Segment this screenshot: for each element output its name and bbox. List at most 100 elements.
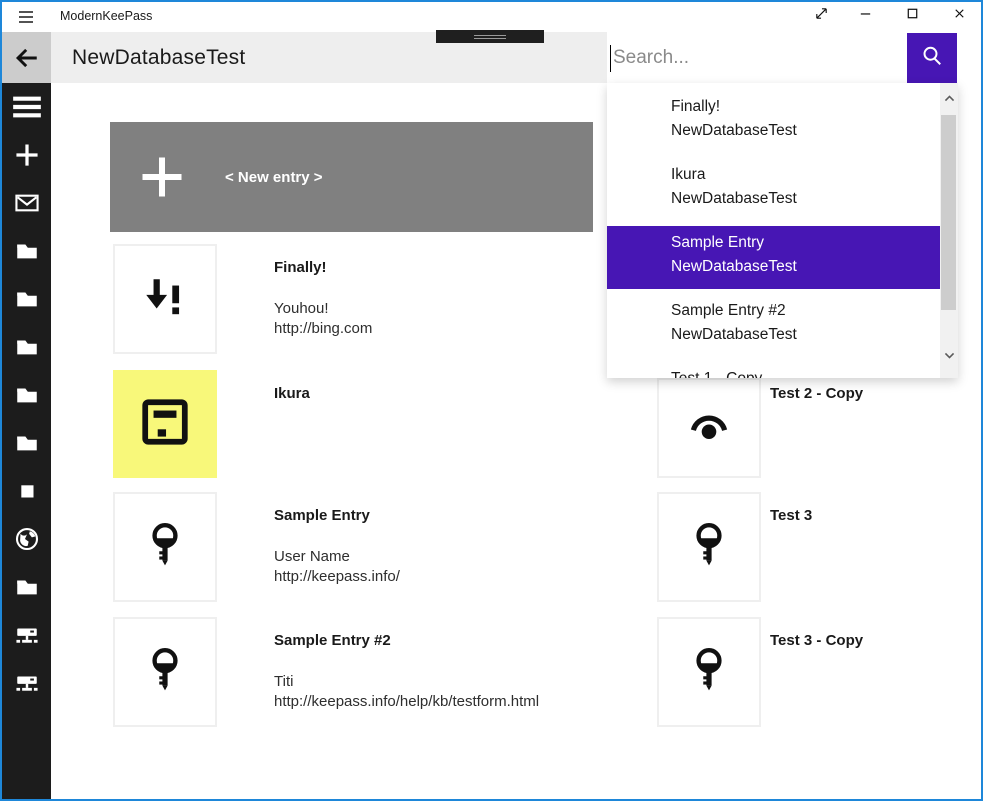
dropdown-scrollbar[interactable]	[940, 83, 958, 378]
folder-icon	[14, 430, 40, 461]
entry-title: Sample Entry #2	[274, 617, 539, 651]
entry-icon-tile	[657, 378, 761, 478]
folder-icon	[14, 382, 40, 413]
app-title: ModernKeePass	[60, 9, 152, 23]
entry-username: Youhou!	[274, 299, 372, 319]
suggestion-subtitle: NewDatabaseTest	[671, 187, 941, 211]
blank-square-icon	[14, 478, 40, 509]
text-caret	[610, 45, 611, 72]
search-suggestions-dropdown: Finally!NewDatabaseTestIkuraNewDatabaseT…	[607, 83, 958, 378]
entry-row[interactable]: Sample Entry #2 Titihttp://keepass.info/h…	[113, 617, 583, 727]
suggestion-subtitle: NewDatabaseTest	[671, 255, 943, 279]
suggestion-subtitle: NewDatabaseTest	[671, 119, 941, 143]
plus-icon	[14, 142, 40, 173]
network-drive-icon	[14, 670, 40, 701]
sidebar-item-plus-0[interactable]	[2, 140, 51, 174]
app-window: ModernKeePass NewDatabaseTest Search... …	[0, 0, 983, 801]
entry-row[interactable]: Test 3 - Copy	[657, 617, 983, 727]
suggestion-subtitle: NewDatabaseTest	[671, 323, 941, 347]
sidebar-item-network-drive-11[interactable]	[2, 668, 51, 702]
entry-title: Ikura	[274, 370, 310, 404]
entry-url: http://keepass.info/help/kb/testform.htm…	[274, 692, 539, 712]
sidebar-item-folder-5[interactable]	[2, 380, 51, 414]
sidebar-item-blank-square-7[interactable]	[2, 476, 51, 510]
entry-icon-tile	[113, 492, 217, 602]
sidebar-item-folder-3[interactable]	[2, 284, 51, 318]
navigation-sidebar	[2, 32, 51, 799]
entry-url: http://bing.com	[274, 319, 372, 339]
search-icon	[920, 44, 944, 73]
scroll-up-button[interactable]	[940, 91, 958, 111]
new-entry-label: < New entry >	[225, 169, 323, 186]
resize-diagonal-button[interactable]	[804, 2, 838, 30]
suggestion-item[interactable]: IkuraNewDatabaseTest	[607, 158, 941, 221]
suggestion-item[interactable]: Sample Entry #2NewDatabaseTest	[607, 294, 941, 357]
entry-title: Test 3 - Copy	[770, 617, 863, 651]
chevron-up-icon	[943, 92, 956, 110]
maximize-button[interactable]	[895, 2, 929, 30]
suggestion-title: Sample Entry	[671, 230, 943, 255]
suggestion-title: Sample Entry #2	[671, 298, 941, 323]
entry-title: Test 2 - Copy	[770, 378, 863, 404]
nav-hamburger-button[interactable]	[2, 83, 51, 131]
search-input[interactable]: Search...	[607, 33, 907, 83]
maximize-icon	[905, 6, 920, 26]
sidebar-item-mail-1[interactable]	[2, 188, 51, 222]
minimize-button[interactable]	[848, 2, 882, 30]
key-icon	[684, 520, 734, 575]
folder-icon	[14, 238, 40, 269]
suggestion-item[interactable]: Test 1 - Copy	[607, 362, 941, 378]
sidebar-item-folder-2[interactable]	[2, 236, 51, 270]
entry-icon-tile	[113, 617, 217, 727]
arc-dot-icon	[684, 401, 734, 456]
sidebar-item-folder-6[interactable]	[2, 428, 51, 462]
entry-icon-tile	[657, 492, 761, 602]
suggestion-item[interactable]: Finally!NewDatabaseTest	[607, 90, 941, 153]
entry-subtitle: Titihttp://keepass.info/help/kb/testform…	[274, 672, 539, 712]
entry-text: Ikura	[274, 370, 310, 404]
sidebar-item-folder-9[interactable]	[2, 572, 51, 606]
search-button[interactable]	[907, 33, 957, 83]
entry-text: Test 3	[770, 492, 812, 526]
titlebar[interactable]: ModernKeePass	[2, 2, 981, 32]
plus-icon	[138, 153, 186, 201]
entry-text: Finally! Youhou!http://bing.com	[274, 244, 372, 339]
folder-icon	[14, 334, 40, 365]
drag-handle[interactable]	[436, 30, 544, 43]
scroll-down-button[interactable]	[940, 348, 958, 368]
entry-text: Test 3 - Copy	[770, 617, 863, 651]
entry-subtitle: User Namehttp://keepass.info/	[274, 547, 400, 587]
entry-title: Finally!	[274, 244, 372, 278]
globe-icon	[14, 526, 40, 557]
entry-row[interactable]: Test 3	[657, 492, 983, 602]
key-icon	[684, 645, 734, 700]
sidebar-item-globe-8[interactable]	[2, 524, 51, 558]
page-title: NewDatabaseTest	[72, 46, 245, 70]
entry-icon-tile	[113, 370, 217, 478]
search-placeholder: Search...	[613, 47, 689, 69]
back-button[interactable]	[2, 32, 51, 83]
entry-row[interactable]: Finally! Youhou!http://bing.com	[113, 244, 583, 354]
entry-username: User Name	[274, 547, 400, 567]
new-entry-tile[interactable]: < New entry >	[110, 122, 593, 232]
sidebar-item-network-drive-10[interactable]	[2, 620, 51, 654]
entry-title: Test 3	[770, 492, 812, 526]
chevron-down-icon	[943, 349, 956, 367]
mail-icon	[14, 190, 40, 221]
suggestion-title: Finally!	[671, 94, 941, 119]
network-drive-icon	[14, 622, 40, 653]
entry-text: Test 2 - Copy	[770, 378, 863, 404]
resize-diag-icon	[814, 6, 829, 26]
entry-row[interactable]: Test 2 - Copy	[657, 378, 983, 478]
entry-row[interactable]: Sample EntryUser Namehttp://keepass.info…	[113, 492, 583, 602]
key-icon	[140, 645, 190, 700]
suggestion-item[interactable]: Sample EntryNewDatabaseTest	[607, 226, 943, 289]
scrollbar-thumb[interactable]	[941, 115, 956, 310]
entry-row[interactable]: Ikura	[113, 370, 583, 478]
close-button[interactable]	[942, 2, 976, 30]
titlebar-hamburger-icon[interactable]	[15, 6, 37, 28]
suggestion-title: Ikura	[671, 162, 941, 187]
minimize-icon	[858, 6, 873, 26]
sidebar-item-folder-4[interactable]	[2, 332, 51, 366]
folder-icon	[14, 286, 40, 317]
